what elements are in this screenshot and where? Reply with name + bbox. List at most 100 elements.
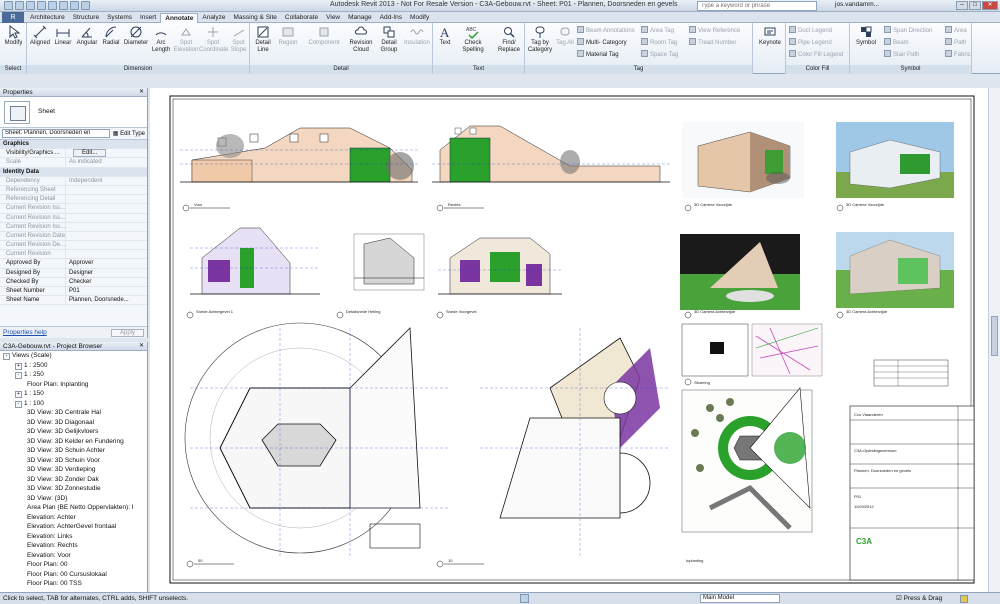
material-tag-button[interactable]: Material Tag bbox=[577, 50, 619, 58]
tab-architecture[interactable]: Architecture bbox=[26, 13, 69, 23]
tab-view[interactable]: View bbox=[322, 13, 344, 23]
browser-tree-item[interactable]: +1 : 150 bbox=[0, 389, 147, 399]
stair-path-button[interactable]: Stair Path bbox=[884, 50, 919, 58]
property-value[interactable]: Checker bbox=[66, 278, 147, 286]
detail-group-button[interactable]: Detail Group bbox=[377, 25, 401, 53]
space-tag-button[interactable]: Space Tag bbox=[641, 50, 678, 58]
spot-elevation-button[interactable]: Spot Elevation bbox=[173, 25, 199, 53]
property-row[interactable]: Sheet Name Plannen, Doorsnede... bbox=[0, 296, 147, 306]
drawing-area[interactable]: Voor Rechts 3D Camera Voorzijde 3D Camer… bbox=[150, 88, 1000, 592]
print-icon[interactable] bbox=[48, 1, 57, 10]
vertical-scrollbar[interactable] bbox=[988, 88, 1000, 592]
3d-view-icon[interactable] bbox=[70, 1, 79, 10]
linear-dimension-button[interactable]: Linear bbox=[52, 25, 74, 47]
apply-button[interactable]: Apply bbox=[110, 328, 144, 337]
property-row[interactable]: Dependency Independent bbox=[0, 176, 147, 186]
browser-tree-item[interactable]: Area Plan (BE Netto Oppervlakten): I bbox=[0, 503, 147, 513]
worksets-icon[interactable] bbox=[520, 594, 529, 603]
property-row[interactable]: Referencing Detail bbox=[0, 195, 147, 205]
spot-coordinate-button[interactable]: Spot Coordinate bbox=[199, 25, 228, 53]
browser-tree-item[interactable]: 3D View: 3D Kelder en Fundering bbox=[0, 437, 147, 447]
browser-tree-item[interactable]: Elevation: Rechts bbox=[0, 541, 147, 551]
tab-structure[interactable]: Structure bbox=[69, 13, 103, 23]
browser-tree-item[interactable]: - Views (Scale) bbox=[0, 351, 147, 361]
property-row[interactable]: Current Revision bbox=[0, 250, 147, 260]
fabric-button[interactable]: Fabric bbox=[945, 50, 971, 58]
tab-modify[interactable]: Modify bbox=[406, 13, 433, 23]
help-search-input[interactable] bbox=[697, 1, 817, 11]
browser-tree-item[interactable]: 3D View: 3D Schuin Voor bbox=[0, 456, 147, 466]
duct-legend-button[interactable]: Duct Legend bbox=[789, 26, 832, 34]
tab-add-ins[interactable]: Add-Ins bbox=[376, 13, 406, 23]
save-icon[interactable] bbox=[15, 1, 24, 10]
browser-tree-item[interactable]: Floor Plan: 00 TSS bbox=[0, 579, 147, 589]
browser-tree-item[interactable]: Elevation: Voor bbox=[0, 551, 147, 561]
check-spelling-button[interactable]: ABC Check Spelling bbox=[455, 25, 491, 53]
collapse-icon[interactable]: - bbox=[15, 372, 22, 379]
diameter-dimension-button[interactable]: Diameter bbox=[123, 25, 149, 47]
tab-systems[interactable]: Systems bbox=[103, 13, 136, 23]
property-row[interactable]: Current Revision Iss... bbox=[0, 204, 147, 214]
expand-icon[interactable]: + bbox=[15, 362, 22, 370]
find-replace-button[interactable]: Find/ Replace bbox=[495, 25, 523, 53]
browser-tree-item[interactable]: 3D View: 3D Zonnestudie bbox=[0, 484, 147, 494]
tab-annotate[interactable]: Annotate bbox=[160, 13, 199, 23]
edit-visibility-button[interactable]: Edit... bbox=[73, 149, 107, 158]
property-value[interactable]: Approver bbox=[66, 259, 147, 267]
browser-tree-item[interactable]: Floor Plan: 00 bbox=[0, 560, 147, 570]
property-value[interactable]: Edit... bbox=[66, 149, 147, 158]
tab-insert[interactable]: Insert bbox=[136, 13, 160, 23]
property-row[interactable]: Visibility/Graphics ... Edit... bbox=[0, 149, 147, 159]
application-menu-button[interactable]: R bbox=[2, 12, 24, 23]
undo-icon[interactable] bbox=[26, 1, 35, 10]
tread-number-button[interactable]: Tread Number bbox=[689, 38, 736, 46]
browser-tree-item[interactable]: Floor Plan: Inplanting bbox=[0, 380, 147, 390]
user-signin[interactable]: jos.vandamm... bbox=[835, 1, 879, 8]
property-category[interactable]: Graphics bbox=[0, 140, 147, 150]
property-row[interactable]: Scale As indicated bbox=[0, 158, 147, 168]
view-reference-button[interactable]: View Reference bbox=[689, 26, 740, 34]
instance-selector[interactable]: Sheet: Plannen, Doorsneden en bbox=[2, 129, 110, 138]
pipe-legend-button[interactable]: Pipe Legend bbox=[789, 38, 832, 46]
beam-button[interactable]: Beam bbox=[884, 38, 909, 46]
browser-tree-item[interactable]: -1 : 100 bbox=[0, 399, 147, 409]
close-icon[interactable]: ✕ bbox=[139, 88, 144, 97]
multi-category-button[interactable]: Multi- Category bbox=[577, 38, 627, 46]
edit-type-button[interactable]: ▦ Edit Type bbox=[113, 130, 145, 137]
property-row[interactable]: Designed By Designer bbox=[0, 268, 147, 278]
tab-analyze[interactable]: Analyze bbox=[198, 13, 229, 23]
properties-help-link[interactable]: Properties help bbox=[3, 329, 47, 336]
browser-tree-item[interactable]: 3D View: 3D Verdieping bbox=[0, 465, 147, 475]
browser-tree-item[interactable]: Floor Plan: 00 Cursuslokaal bbox=[0, 570, 147, 580]
color-fill-legend-button[interactable]: Color Fill Legend bbox=[789, 50, 843, 58]
area-tag-button[interactable]: Area Tag bbox=[641, 26, 674, 34]
property-row[interactable]: Current Revision Date bbox=[0, 231, 147, 242]
close-icon[interactable]: ✕ bbox=[982, 1, 998, 10]
property-row[interactable]: Referencing Sheet bbox=[0, 185, 147, 196]
area-button[interactable]: Area bbox=[945, 26, 967, 34]
property-row[interactable]: Current Revision Iss... bbox=[0, 213, 147, 223]
tag-all-button[interactable]: Tag All bbox=[555, 25, 575, 47]
browser-tree-item[interactable]: Elevation: AchterGevel frontaal bbox=[0, 522, 147, 532]
region-button[interactable]: Region bbox=[276, 25, 300, 47]
collapse-icon[interactable]: - bbox=[3, 353, 10, 360]
beam-annotations-button[interactable]: Beam Annotations bbox=[577, 26, 635, 34]
property-row[interactable]: Current Revision De... bbox=[0, 241, 147, 251]
browser-tree-item[interactable]: Elevation: Achter bbox=[0, 513, 147, 523]
property-value[interactable]: Designer bbox=[66, 269, 147, 277]
keynote-button[interactable]: Keynote bbox=[756, 25, 784, 47]
property-value[interactable]: P01 bbox=[66, 287, 147, 295]
type-selector[interactable]: Sheet bbox=[0, 97, 147, 128]
browser-tree-item[interactable]: 3D View: 3D Diagonaal bbox=[0, 418, 147, 428]
property-row[interactable]: Sheet Number P01 bbox=[0, 287, 147, 297]
browser-tree-item[interactable]: Elevation: Links bbox=[0, 532, 147, 542]
open-icon[interactable] bbox=[4, 1, 13, 10]
property-row[interactable]: Current Revision Iss... bbox=[0, 222, 147, 232]
collapse-icon[interactable]: - bbox=[15, 400, 22, 408]
detail-line-button[interactable]: Detail Line bbox=[252, 25, 274, 53]
browser-tree-item[interactable]: 3D View: {3D} bbox=[0, 494, 147, 504]
angular-dimension-button[interactable]: Angular bbox=[75, 25, 99, 47]
filter-icon[interactable] bbox=[960, 595, 968, 603]
tab-manage[interactable]: Manage bbox=[344, 13, 376, 23]
browser-tree-item[interactable]: 3D View: 3D Centrale Hal bbox=[0, 408, 147, 418]
